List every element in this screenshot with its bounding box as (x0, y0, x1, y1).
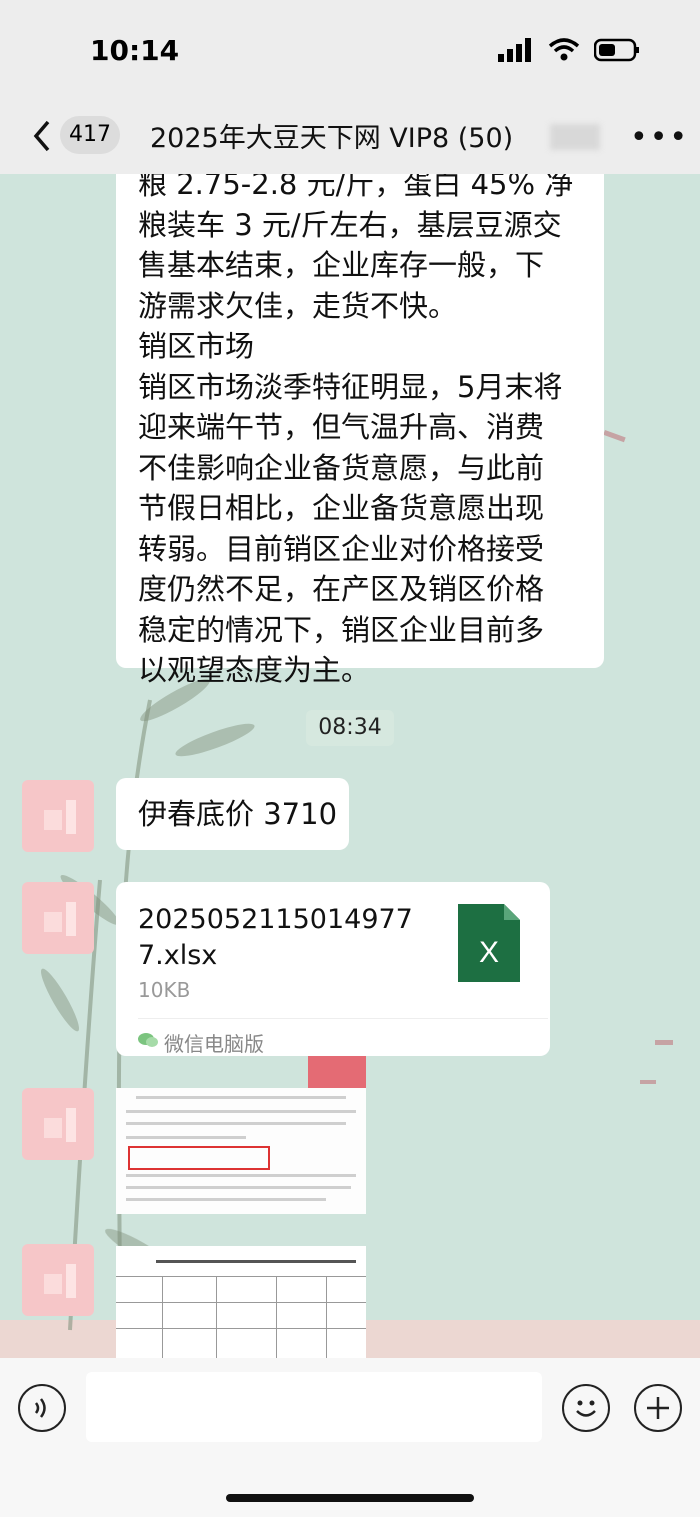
unread-count-badge[interactable]: 417 (60, 116, 120, 154)
input-toolbar (0, 1358, 700, 1517)
message-timestamp: 08:34 (306, 710, 394, 746)
emoji-icon[interactable] (562, 1384, 610, 1432)
voice-icon[interactable] (18, 1384, 66, 1432)
chat-title: 2025年大豆天下网 VIP8 (50) (150, 123, 514, 154)
message-text: 粮 2.75-2.8 元/斤，蛋白 45% 净 粮装车 3 元/斤左右，基层豆源… (138, 174, 574, 687)
file-name: 20250521150149777.xlsx (138, 904, 413, 971)
image-message-document[interactable] (116, 1056, 366, 1214)
back-icon[interactable] (28, 116, 58, 156)
file-size: 10KB (138, 978, 191, 1002)
divider (138, 1018, 548, 1019)
message-text: 伊春底价 3710 (138, 797, 338, 831)
message-input[interactable] (86, 1372, 542, 1442)
more-icon[interactable]: ••• (630, 120, 689, 155)
plus-icon[interactable] (634, 1384, 682, 1432)
excel-icon: X (458, 904, 520, 982)
avatar[interactable] (22, 1244, 94, 1316)
avatar[interactable] (22, 882, 94, 954)
wechat-pc-icon (138, 1033, 158, 1047)
avatar[interactable] (22, 780, 94, 852)
text-message-bubble[interactable]: 粮 2.75-2.8 元/斤，蛋白 45% 净 粮装车 3 元/斤左右，基层豆源… (116, 174, 604, 687)
image-message-table[interactable] (116, 1246, 366, 1358)
message-list[interactable]: 粮 2.75-2.8 元/斤，蛋白 45% 净 粮装车 3 元/斤左右，基层豆源… (0, 174, 700, 1358)
avatar[interactable] (22, 1088, 94, 1160)
wifi-icon (548, 38, 580, 61)
chat-header: 417 2025年大豆天下网 VIP8 (50) ••• (0, 100, 700, 174)
blurred-region (550, 124, 600, 150)
file-message-card[interactable]: 20250521150149777.xlsx 10KB X 微信电脑版 (116, 882, 550, 1056)
status-time: 10:14 (90, 34, 180, 67)
battery-icon (594, 38, 639, 62)
excel-icon-letter: X (479, 936, 499, 969)
status-bar: 10:14 (0, 0, 700, 100)
file-source-label: 微信电脑版 (164, 1032, 264, 1056)
home-indicator[interactable] (226, 1494, 474, 1502)
signal-icon (498, 38, 531, 62)
text-message-bubble[interactable]: 伊春底价 3710 (116, 778, 349, 850)
